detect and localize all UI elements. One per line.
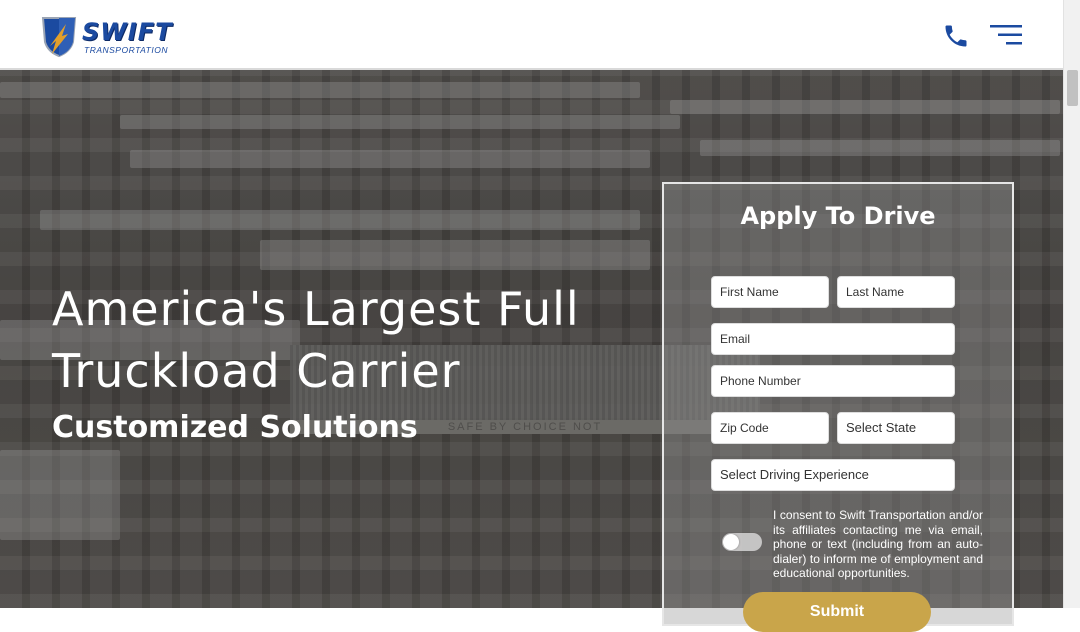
logo-subtext: TRANSPORTATION [84, 45, 168, 55]
driving-experience-select[interactable]: Select Driving Experience [711, 459, 955, 491]
hero-subtitle: Customized Solutions [52, 410, 418, 445]
phone-icon [945, 25, 967, 47]
phone-button[interactable] [942, 22, 970, 50]
hamburger-menu-icon [990, 25, 1022, 45]
logo-wordmark: SWIFT [82, 18, 173, 46]
menu-button[interactable] [990, 24, 1024, 46]
submit-button[interactable]: Submit [743, 592, 931, 632]
page-scrollbar[interactable] [1063, 0, 1080, 608]
last-name-input[interactable] [837, 276, 955, 308]
zip-code-input[interactable] [711, 412, 829, 444]
state-select[interactable]: Select State [837, 412, 955, 444]
consent-text: I consent to Swift Transportation and/or… [773, 508, 983, 580]
phone-number-input[interactable] [711, 365, 955, 397]
form-title: Apply To Drive [740, 202, 936, 230]
scrollbar-thumb[interactable] [1067, 70, 1078, 106]
toggle-knob [723, 534, 739, 550]
first-name-input[interactable] [711, 276, 829, 308]
email-input[interactable] [711, 323, 955, 355]
site-header: SWIFT TRANSPORTATION [0, 0, 1063, 70]
consent-toggle[interactable] [722, 533, 762, 551]
shield-logo-icon [41, 17, 77, 58]
hero-title: America's Largest Full Truckload Carrier [52, 282, 580, 398]
swift-logo[interactable]: SWIFT TRANSPORTATION [40, 14, 172, 58]
